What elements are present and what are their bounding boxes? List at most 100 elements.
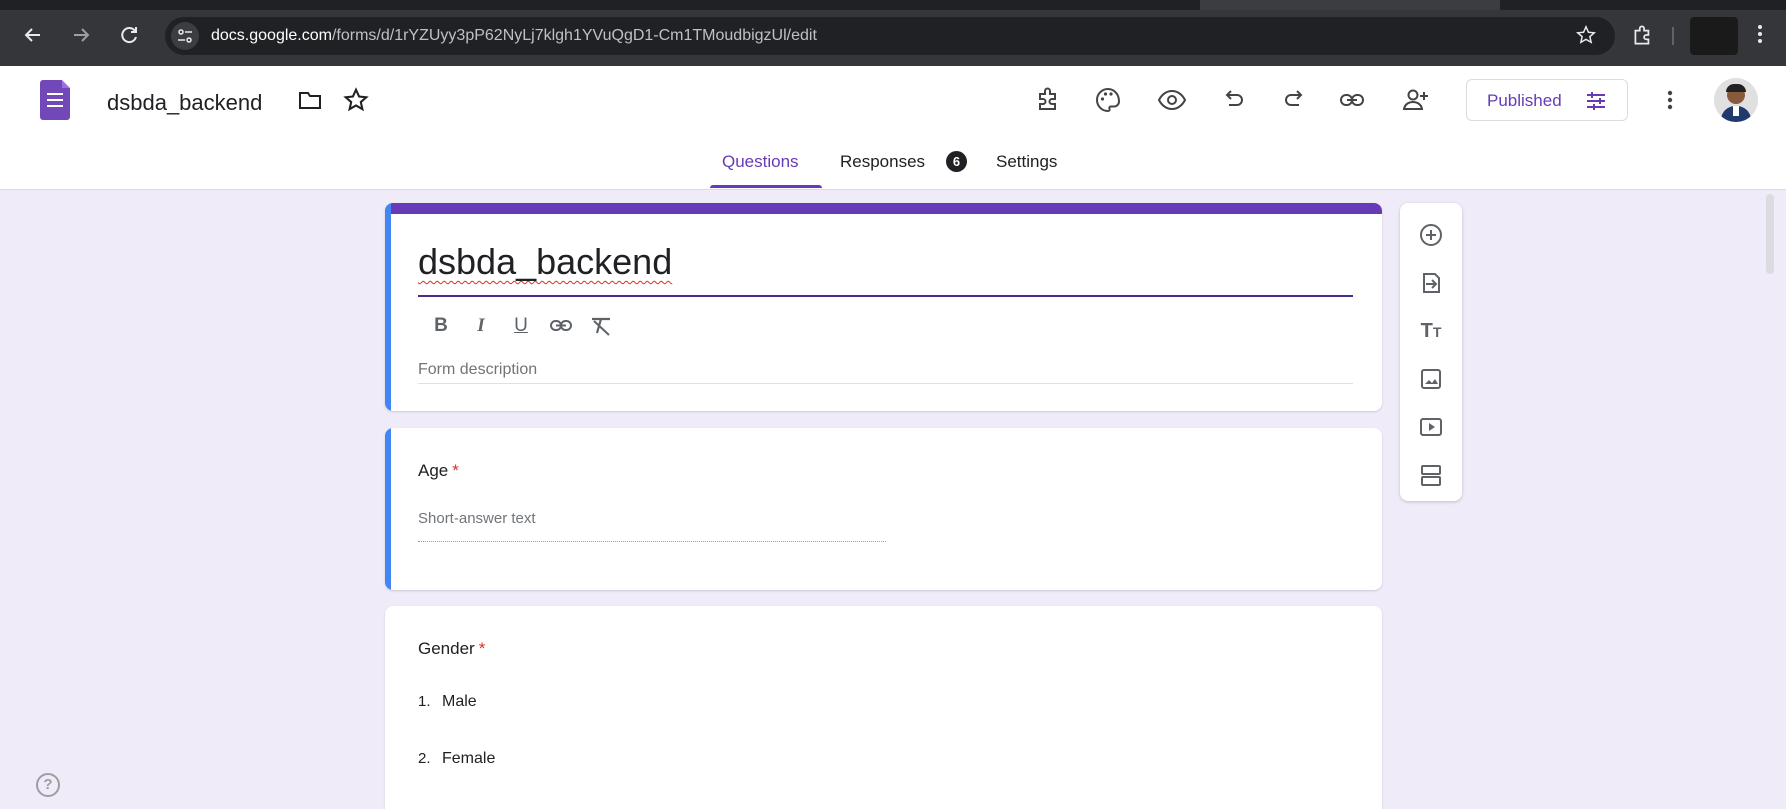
tab-responses[interactable]: Responses [840, 152, 925, 172]
title-text-icon: TT [1421, 320, 1442, 342]
add-section-button[interactable] [1415, 459, 1447, 491]
arrow-right-icon [74, 28, 90, 42]
url-host: docs.google.com [211, 27, 332, 44]
copy-link-button[interactable] [1336, 84, 1368, 116]
import-questions-button[interactable] [1415, 267, 1447, 299]
link-icon [550, 320, 572, 331]
question-card-age[interactable]: Age * Short-answer text [385, 428, 1382, 590]
image-icon [1421, 369, 1441, 389]
add-question-icon [1420, 224, 1442, 246]
required-asterisk: * [478, 639, 486, 658]
question-title: Age * [418, 461, 459, 481]
insert-link-button[interactable] [546, 311, 576, 341]
scrollbar-thumb[interactable] [1766, 194, 1774, 274]
tab-questions[interactable]: Questions [722, 152, 799, 172]
tune-icon [178, 29, 192, 43]
question-title-text: Gender [418, 639, 475, 658]
responses-count-badge: 6 [946, 151, 967, 172]
star-button[interactable] [342, 84, 374, 116]
preview-button[interactable] [1156, 84, 1188, 116]
star-icon [343, 87, 369, 112]
link-icon [1340, 94, 1364, 106]
clear-format-icon [592, 317, 610, 336]
browser-menu-button[interactable] [1750, 22, 1770, 52]
question-title: Gender * [418, 639, 485, 659]
tab-strip [0, 0, 1786, 10]
preview-eye-icon [1157, 89, 1187, 111]
option-item: 2. Female [418, 750, 495, 768]
bold-button[interactable]: B [426, 311, 456, 341]
form-title-input[interactable]: dsbda_backend [418, 241, 672, 283]
doc-title[interactable]: dsbda_backend [107, 90, 262, 116]
question-card-gender[interactable]: Gender * 1. Male 2. Female [385, 606, 1382, 809]
focus-indicator [385, 428, 391, 590]
question-toolbar: TT [1400, 203, 1462, 501]
add-question-button[interactable] [1415, 219, 1447, 251]
toolbar-separator [1672, 27, 1674, 45]
redo-button[interactable] [1278, 84, 1310, 116]
puzzle-icon [1634, 25, 1650, 45]
tab-strip-hint [1200, 0, 1500, 10]
import-questions-icon [1423, 273, 1440, 293]
extensions-button[interactable] [1630, 22, 1656, 53]
reload-button[interactable] [116, 22, 142, 48]
question-title-text: Age [418, 461, 449, 480]
title-glyph-small: T [1432, 324, 1442, 340]
add-title-button[interactable]: TT [1415, 315, 1447, 347]
title-glyph-large: T [1420, 320, 1433, 342]
more-options-button[interactable] [1660, 84, 1680, 121]
address-bar[interactable]: docs.google.com/forms/d/1rYZUyy3pP62NyLj… [165, 17, 1615, 55]
kebab-icon [1758, 25, 1762, 43]
short-answer-placeholder: Short-answer text [418, 510, 536, 527]
page-scrollbar[interactable] [1764, 190, 1776, 809]
url-path: /forms/d/1rYZUyy3pP62NyLj7klgh1YVuQgD1-C… [331, 27, 817, 44]
reload-icon [121, 27, 137, 44]
avatar[interactable] [1714, 78, 1758, 122]
form-accent-bar [385, 203, 1382, 214]
short-answer-underline [418, 541, 886, 542]
customize-theme-button[interactable] [1092, 84, 1124, 116]
addons-button[interactable] [1032, 84, 1064, 116]
add-collaborator-button[interactable] [1400, 84, 1432, 116]
focus-indicator [385, 203, 391, 411]
back-button[interactable] [20, 22, 46, 48]
url-text[interactable]: docs.google.com/forms/d/1rYZUyy3pP62NyLj… [211, 27, 817, 45]
option-label: Male [442, 693, 477, 710]
site-info-button[interactable] [171, 22, 199, 50]
bookmark-button[interactable] [1575, 24, 1597, 52]
undo-button[interactable] [1218, 84, 1250, 116]
underline-button[interactable]: U [506, 311, 536, 341]
publish-label: Published [1487, 91, 1562, 110]
clear-formatting-button[interactable] [586, 311, 616, 341]
move-to-folder-button[interactable] [296, 84, 328, 116]
app-header: dsbda_backend Published Questions Respon… [0, 66, 1786, 190]
option-item: 1. Male [418, 693, 477, 711]
help-icon[interactable]: ? [36, 773, 60, 797]
active-tab-indicator [710, 185, 822, 188]
video-icon [1420, 418, 1442, 436]
publish-button[interactable]: Published [1466, 79, 1628, 121]
form-description-input[interactable]: Form description [418, 361, 537, 379]
star-icon [1575, 24, 1597, 44]
tab-settings[interactable]: Settings [996, 152, 1057, 172]
add-collaborator-icon [1402, 89, 1428, 110]
kebab-icon [1667, 90, 1673, 110]
section-icon [1421, 465, 1441, 486]
form-title-card[interactable]: dsbda_backend B I U Form description [385, 203, 1382, 411]
browser-toolbar: docs.google.com/forms/d/1rYZUyy3pP62NyLj… [0, 0, 1786, 66]
add-video-button[interactable] [1415, 411, 1447, 443]
settings-sliders-icon [1587, 92, 1605, 110]
option-number: 2. [418, 750, 431, 767]
forward-button[interactable] [68, 22, 94, 48]
required-asterisk: * [452, 461, 459, 480]
forms-logo-icon[interactable] [40, 80, 70, 120]
option-number: 1. [418, 693, 431, 710]
italic-button[interactable]: I [466, 311, 496, 341]
add-image-button[interactable] [1415, 363, 1447, 395]
redo-icon [1285, 90, 1303, 106]
profile-button[interactable] [1690, 17, 1738, 55]
tab-responses-label: Responses [840, 152, 926, 171]
form-tabs: Questions Responses 6 Settings [0, 151, 1786, 190]
undo-icon [1225, 90, 1243, 106]
option-label: Female [442, 750, 496, 767]
